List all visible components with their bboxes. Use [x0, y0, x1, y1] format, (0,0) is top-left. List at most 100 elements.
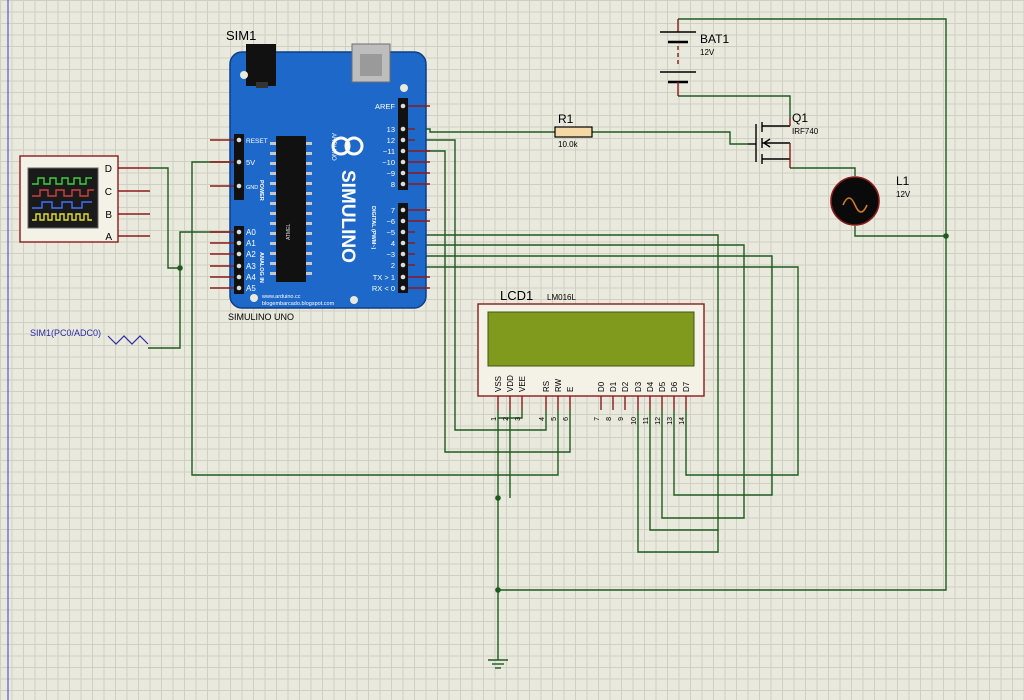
url-label-1: www.arduino.cc — [261, 294, 301, 300]
pin-label-8: 8 — [391, 180, 395, 189]
pin-label-a3: A3 — [246, 262, 256, 271]
wire-lamp-return — [854, 226, 946, 237]
atmega-chip — [276, 136, 306, 282]
lcd-pin-name-d0: D0 — [597, 381, 606, 392]
pin-label-aref: AREF — [375, 102, 395, 111]
lcd-pin-number-3: 3 — [515, 417, 522, 421]
probe-icon — [107, 335, 149, 345]
pin-label-7: 7 — [391, 206, 395, 215]
pin-label-3: ~3 — [386, 250, 395, 259]
lcd-pin-number-10: 10 — [631, 417, 638, 425]
l1-value: 12V — [896, 190, 911, 199]
lcd-pin-number-12: 12 — [655, 417, 662, 425]
wire-scope-d — [150, 167, 180, 269]
resistor-r1[interactable]: R1 10.0k — [554, 112, 593, 149]
lcd-pin-name-vee: VEE — [518, 376, 527, 392]
lcd-pin-number-4: 4 — [539, 417, 546, 421]
chip-label: ATMEL — [286, 223, 292, 240]
lcd-pin-name-d3: D3 — [634, 381, 643, 392]
pin-label-2: 2 — [391, 261, 395, 270]
wire-ground-bus — [498, 236, 947, 591]
sim-ref: SIM1 — [226, 28, 256, 43]
q1-ref: Q1 — [792, 111, 808, 125]
lcd-pin-name-d6: D6 — [670, 381, 679, 392]
pin-label-a1: A1 — [246, 239, 256, 248]
pin-label-rx: RX < 0 — [372, 284, 395, 293]
pin-label-13: 13 — [387, 125, 395, 134]
lcd-pin-number-6: 6 — [563, 417, 570, 421]
pin-label-a0: A0 — [246, 228, 256, 237]
lcd-pin-name-d4: D4 — [646, 381, 655, 392]
pin-label-tx: TX > 1 — [373, 273, 395, 282]
lcd-pin-name-rs: RS — [542, 381, 551, 392]
lcd-model: LM016L — [547, 293, 576, 302]
probe[interactable]: SIM1(PC0/ADC0) — [30, 328, 149, 345]
lcd-lm016l[interactable]: LCD1 LM016L VSS 1 VDD 2 VEE 3 RS 4 RW 5 E 6 D0 7 D1 8 D2… — [477, 288, 705, 425]
power-header — [234, 134, 244, 200]
battery-bat1[interactable]: BAT1 12V — [660, 19, 729, 96]
lcd-pin-number-2: 2 — [503, 417, 510, 421]
lcd-pin-number-1: 1 — [491, 417, 498, 421]
pin-label-6: ~6 — [386, 217, 395, 226]
lcd-pin-name-d5: D5 — [658, 381, 667, 392]
lcd-pin-number-11: 11 — [643, 417, 650, 424]
resistor-icon — [554, 126, 593, 138]
lcd-ref: LCD1 — [500, 288, 533, 303]
simulino-board[interactable]: SIM1 ATMEL ARDUINO SIMULINO ANALOG IN PO… — [210, 28, 430, 322]
oscilloscope[interactable]: D C B A — [19, 155, 150, 243]
lcd-pin-name-e: E — [566, 387, 575, 392]
pin-label-5v: 5V — [246, 158, 255, 167]
dc-jack-icon — [246, 44, 276, 86]
q1-value: IRF740 — [792, 127, 819, 136]
lcd-pin-name-vss: VSS — [494, 376, 503, 392]
analog-section-label: ANALOG IN — [258, 252, 264, 283]
bat-ref: BAT1 — [700, 32, 729, 46]
mosfet-q1[interactable]: Q1 IRF740 — [748, 111, 819, 168]
probe-label: SIM1(PC0/ADC0) — [30, 328, 101, 338]
lamp-l1[interactable]: L1 12V — [830, 174, 911, 226]
lcd-pin-name-vdd: VDD — [506, 375, 515, 392]
r1-ref: R1 — [558, 112, 574, 126]
bat-value: 12V — [700, 48, 715, 57]
digital-header-top — [398, 98, 408, 190]
pin-label-gnd: GND — [246, 185, 258, 191]
lcd-pin-number-13: 13 — [667, 417, 674, 425]
url-label-2: blogembarcado.blogspot.com — [262, 301, 335, 307]
l1-ref: L1 — [896, 174, 910, 188]
maker-label: ARDUINO — [330, 133, 336, 161]
board-name: SIMULINO UNO — [228, 312, 294, 322]
pin-label-11: ~11 — [383, 147, 395, 156]
pin-label-4: 4 — [391, 239, 395, 248]
lcd-pin-number-8: 8 — [606, 417, 613, 421]
lcd-pin-number-9: 9 — [618, 417, 625, 421]
digital-section-label: DIGITAL (PWM~) — [370, 206, 376, 250]
lcd-pin-number-7: 7 — [594, 417, 601, 421]
lcd-pin-number-5: 5 — [551, 417, 558, 421]
scope-channel-c: C — [105, 187, 112, 198]
r1-value: 10.0k — [558, 140, 579, 149]
pin-label-reset: RESET — [246, 138, 268, 145]
wire-r1-gate — [592, 131, 748, 145]
scope-channel-a: A — [105, 232, 112, 243]
lcd-pin-name-d1: D1 — [609, 381, 618, 392]
lcd-pin-number-14: 14 — [679, 417, 686, 425]
pin-label-a2: A2 — [246, 250, 256, 259]
brand-label: SIMULINO — [337, 170, 358, 263]
lcd-pin-name-d2: D2 — [621, 381, 630, 392]
lcd-pin-name-d7: D7 — [682, 381, 691, 392]
wire-bat-drain — [678, 95, 791, 118]
schematic-canvas: D C B A SIM1(PC0/ADC0) SIM1 ATMEL ARDUIN… — [0, 0, 1024, 700]
lcd-screen — [487, 311, 695, 367]
pin-label-5: ~5 — [386, 228, 395, 237]
schematic-svg: D C B A SIM1(PC0/ADC0) SIM1 ATMEL ARDUIN… — [7, 0, 949, 700]
scope-channel-b: B — [105, 210, 112, 221]
digital-header-bottom — [398, 203, 408, 293]
pin-label-10: ~10 — [382, 158, 395, 167]
power-section-label: POWER — [258, 180, 264, 201]
ground-icon — [488, 659, 508, 669]
mosfet-icon — [748, 122, 790, 164]
pin-label-9: ~9 — [386, 169, 395, 178]
pin-label-a4: A4 — [246, 273, 256, 282]
analog-header — [234, 226, 244, 294]
wire-source-lamp — [790, 167, 856, 176]
